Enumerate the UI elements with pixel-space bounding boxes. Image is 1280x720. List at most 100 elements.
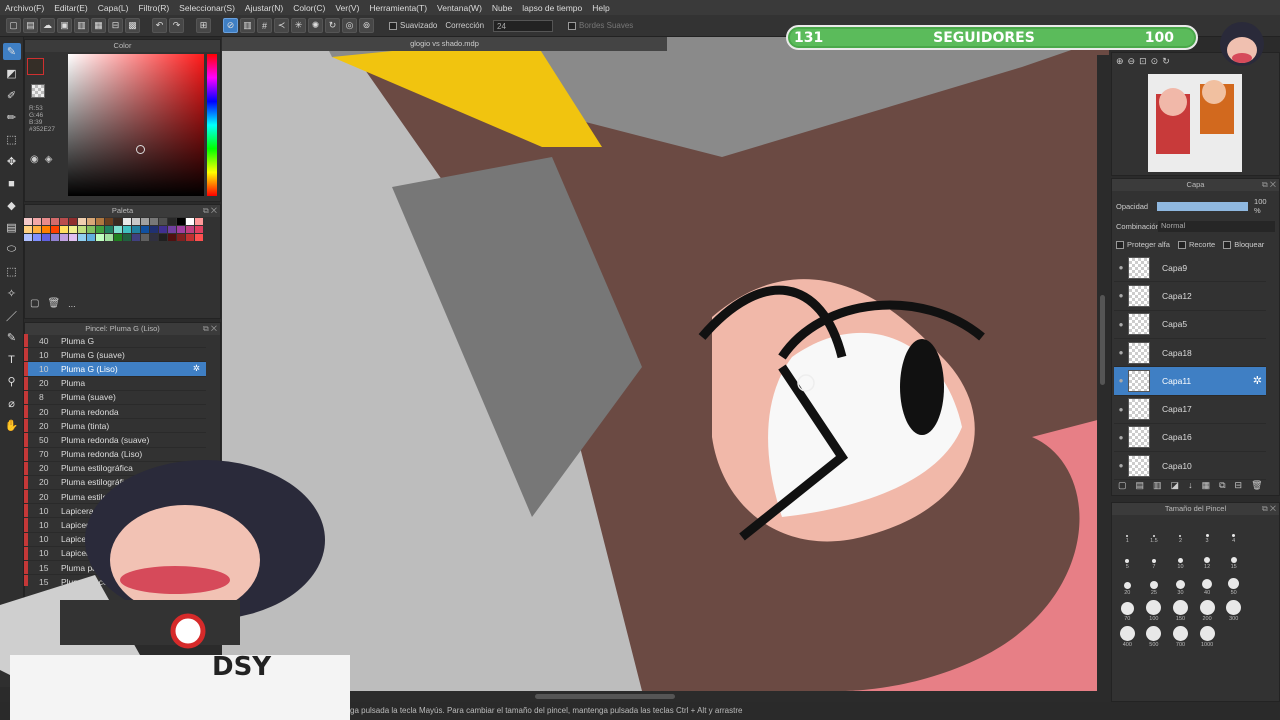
brush-size-preset[interactable]: 7 xyxy=(1141,548,1168,570)
brush-size-preset[interactable]: 300 xyxy=(1220,600,1247,622)
palette-swatch[interactable] xyxy=(96,218,104,225)
palette-swatch[interactable] xyxy=(123,234,131,241)
gradient-tool-icon[interactable]: ▤ xyxy=(3,219,21,236)
canvas-tab[interactable]: glogio vs shado.mdp xyxy=(222,37,667,51)
brush-item[interactable]: 50 Pluma redonda (suave) xyxy=(24,433,206,448)
palette-swatch[interactable] xyxy=(33,234,41,241)
brush-size-preset[interactable]: 15 xyxy=(1220,548,1247,570)
snap-radial-icon[interactable]: ✺ xyxy=(308,18,323,33)
layer-row[interactable]: ● Capa5 xyxy=(1114,311,1266,339)
folder-icon[interactable]: ▦ xyxy=(1202,480,1211,491)
layer-row[interactable]: ● Capa11 ✲ xyxy=(1114,367,1266,396)
palette-swatch[interactable] xyxy=(60,226,68,233)
new-layer-icon[interactable]: ▢ xyxy=(1118,480,1127,491)
brush-item[interactable]: 8 Pluma (suave) xyxy=(24,390,206,405)
palette-swatch[interactable] xyxy=(105,226,113,233)
eyedropper-icon[interactable]: ◉ xyxy=(30,154,39,165)
brush-size-preset[interactable]: 70 xyxy=(1114,600,1141,622)
pen-tool-icon[interactable]: ✎ xyxy=(2,43,21,60)
brush-size-preset[interactable]: 3 xyxy=(1194,522,1221,544)
palette-swatch[interactable] xyxy=(195,218,203,225)
layer-row[interactable]: ● Capa18 xyxy=(1114,339,1266,368)
new-vector-layer-icon[interactable]: ▤ xyxy=(1136,480,1145,491)
delete-swatch-icon[interactable]: 🗑 xyxy=(47,298,60,309)
palette-swatch[interactable] xyxy=(177,218,185,225)
snap-curve-icon[interactable]: ↻ xyxy=(325,18,340,33)
vertical-scroll-thumb[interactable] xyxy=(1100,295,1105,385)
pencil-tool-icon[interactable]: ✏ xyxy=(3,109,21,126)
palette-swatch[interactable] xyxy=(114,234,122,241)
palette-swatch[interactable] xyxy=(159,234,167,241)
horizontal-scrollbar[interactable] xyxy=(350,691,1109,702)
save-icon[interactable]: ▣ xyxy=(57,18,72,33)
palette-swatch[interactable] xyxy=(150,218,158,225)
snap-off-icon[interactable]: ⊘ xyxy=(223,18,238,33)
palette-swatch[interactable] xyxy=(132,226,140,233)
palette-swatch[interactable] xyxy=(159,226,167,233)
menu-item-8[interactable]: Herramienta(T) xyxy=(369,3,427,13)
palette-swatch[interactable] xyxy=(24,218,32,225)
snap-circle-icon[interactable]: ◎ xyxy=(342,18,357,33)
brush-size-preset[interactable]: 12 xyxy=(1194,548,1221,570)
select-tool-icon[interactable]: ⬚ xyxy=(3,131,21,148)
menu-item-6[interactable]: Color(C) xyxy=(293,3,325,13)
layer-visibility-icon[interactable]: ● xyxy=(1114,263,1128,272)
menu-item-2[interactable]: Capa(L) xyxy=(98,3,129,13)
fill-icon[interactable]: ▩ xyxy=(125,18,140,33)
move-layer-icon[interactable]: ↓ xyxy=(1188,480,1193,491)
text-tool-icon[interactable]: T xyxy=(3,351,21,368)
move-tool-icon[interactable]: ✥ xyxy=(3,153,21,170)
palette-swatch[interactable] xyxy=(132,218,140,225)
brush-size-preset[interactable]: 1.5 xyxy=(1141,522,1168,544)
palette-swatch[interactable] xyxy=(96,234,104,241)
palette-swatch[interactable] xyxy=(60,234,68,241)
layer-row[interactable]: ● Capa12 xyxy=(1114,282,1266,311)
palette-swatch[interactable] xyxy=(186,234,194,241)
menu-item-3[interactable]: Filtro(R) xyxy=(138,3,169,13)
clip-checkbox-icon[interactable] xyxy=(1177,241,1186,250)
lock-checkbox-icon[interactable] xyxy=(1223,241,1232,250)
snap-grid-icon[interactable]: # xyxy=(257,18,272,33)
add-swatch-icon[interactable]: ▢ xyxy=(30,298,39,309)
new-folder-icon[interactable]: ▥ xyxy=(1153,480,1162,491)
palette-swatch[interactable] xyxy=(69,234,77,241)
palette-swatch[interactable] xyxy=(96,226,104,233)
navigator-thumbnail[interactable] xyxy=(1148,74,1242,172)
palette-swatch[interactable] xyxy=(69,218,77,225)
main-color-swatch[interactable] xyxy=(27,58,44,75)
brush-size-preset[interactable]: 40 xyxy=(1194,574,1221,596)
transform-icon[interactable]: ⊞ xyxy=(196,18,211,33)
palette-swatch[interactable] xyxy=(159,218,167,225)
palette-swatch[interactable] xyxy=(51,234,59,241)
layer-visibility-icon[interactable]: ● xyxy=(1114,461,1128,470)
brush-item[interactable]: 20 Pluma xyxy=(24,376,206,391)
snap-ruler-icon[interactable]: ▥ xyxy=(240,18,255,33)
palette-swatch[interactable] xyxy=(105,234,113,241)
palette-swatch[interactable] xyxy=(123,226,131,233)
soft-edges-toggle[interactable]: Bordes Suaves xyxy=(568,21,633,30)
palette-swatch[interactable] xyxy=(114,218,122,225)
brush-size-preset[interactable]: 50 xyxy=(1220,574,1247,596)
menu-item-10[interactable]: Nube xyxy=(492,3,512,13)
layer-visibility-icon[interactable]: ● xyxy=(1114,291,1128,300)
eyedropper-tool-icon[interactable]: ⌀ xyxy=(3,395,21,412)
delete-layer-icon[interactable]: 🗑 xyxy=(1251,480,1262,491)
palette-swatch[interactable] xyxy=(177,226,185,233)
palette-more-button[interactable]: ... xyxy=(68,299,76,309)
brush-item[interactable]: 10 Pluma G (Liso) ✲ xyxy=(24,362,206,377)
saturation-value-picker[interactable] xyxy=(68,54,204,196)
layer-visibility-icon[interactable]: ● xyxy=(1114,376,1128,385)
layer-mask-icon[interactable]: ◪ xyxy=(1171,480,1180,491)
palette-swatch[interactable] xyxy=(42,234,50,241)
brush-item[interactable]: 10 Pluma G (suave) xyxy=(24,348,206,363)
menu-item-5[interactable]: Ajustar(N) xyxy=(245,3,283,13)
palette-swatch[interactable] xyxy=(177,234,185,241)
palette-swatch[interactable] xyxy=(33,226,41,233)
sub-color-swatch[interactable] xyxy=(31,84,45,98)
layer-settings-icon[interactable]: ✲ xyxy=(1253,374,1262,387)
brush-item[interactable]: 20 Pluma redonda xyxy=(24,404,206,420)
zoom-out-icon[interactable]: ⊖ xyxy=(1128,56,1136,67)
brush-size-preset[interactable]: 20 xyxy=(1114,574,1141,596)
brush-size-menu-icon[interactable]: ⧉ ✕ xyxy=(1262,503,1276,515)
zoom-in-icon[interactable]: ⊕ xyxy=(1116,56,1124,67)
